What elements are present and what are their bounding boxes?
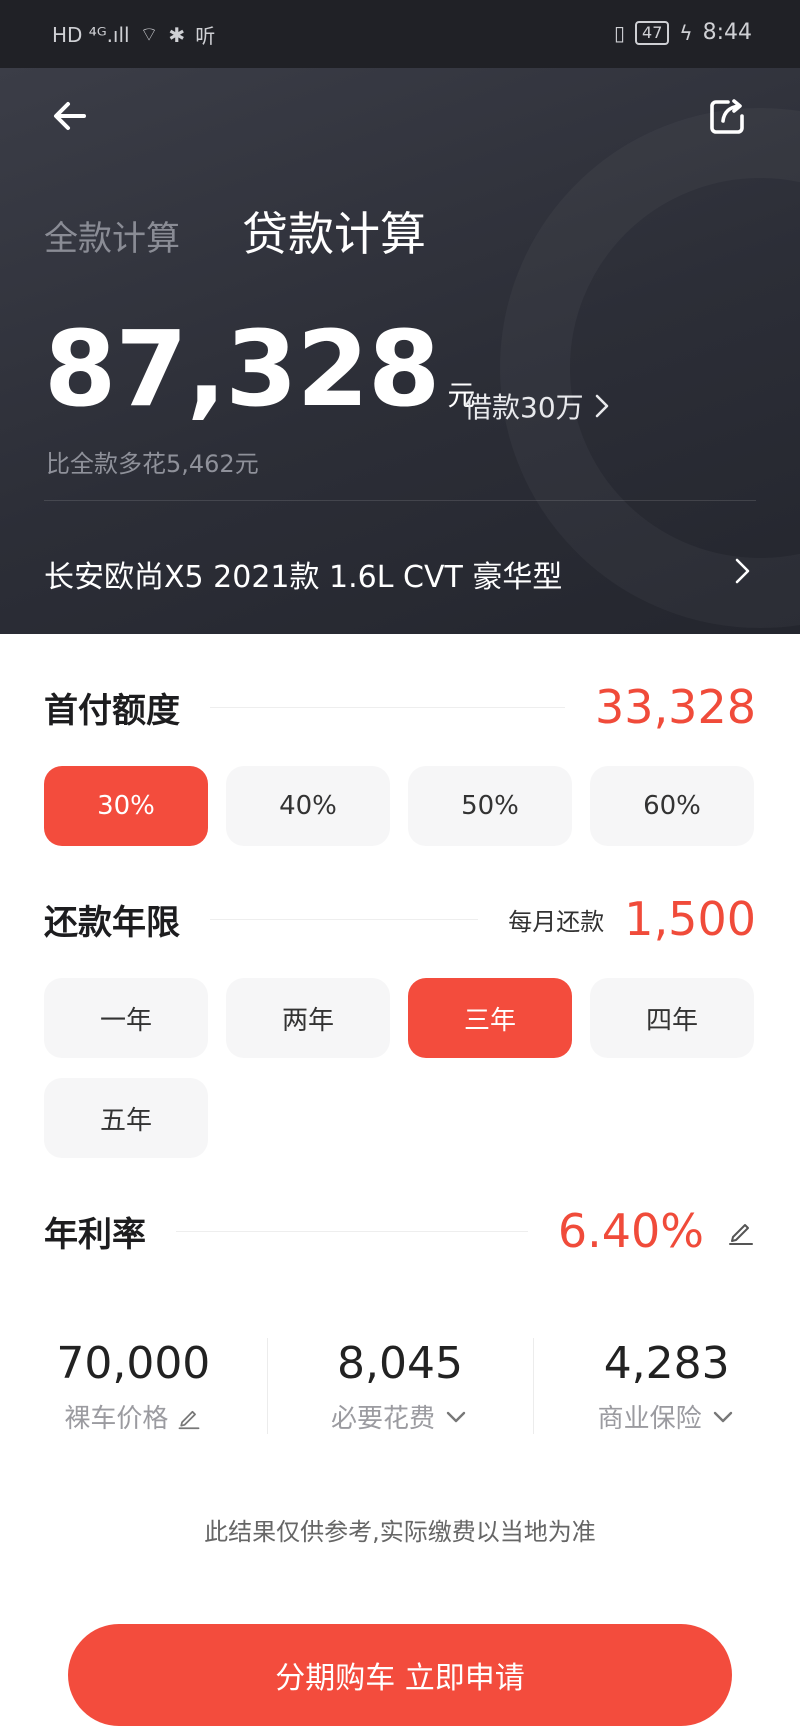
- down-payment-value: 33,328: [595, 680, 756, 734]
- cost-breakdown: 70,000 裸车价格 8,045 必要花费 4,283 商业保险: [0, 1336, 800, 1460]
- chevron-down-icon[interactable]: [443, 1404, 469, 1430]
- share-icon[interactable]: [706, 94, 750, 138]
- down-payment-option-50[interactable]: 50%: [408, 766, 572, 846]
- monthly-payment-label: 每月还款: [508, 907, 605, 936]
- cost-label: 商业保险: [597, 1404, 702, 1434]
- calculator-header: 全款计算 贷款计算 87,328 元 借款30万 比全款多花5,462元 长安欧…: [0, 68, 800, 634]
- status-left-icons: HD ⁴ᴳ.ıll ⌔ ✱ 听: [52, 20, 215, 49]
- clock: 8:44: [702, 20, 752, 45]
- charging-icon: ϟ: [679, 20, 693, 45]
- cost-value: 70,000: [56, 1338, 211, 1389]
- chevron-down-icon[interactable]: [710, 1404, 736, 1430]
- term-option-5-years[interactable]: 五年: [44, 1078, 208, 1158]
- wifi-icon: ⌔: [139, 22, 159, 46]
- term-option-1-year[interactable]: 一年: [44, 978, 208, 1058]
- vibrate-icon: ▯: [614, 20, 626, 45]
- down-payment-options: 30% 40% 50% 60%: [44, 766, 754, 846]
- audio-icon: 听: [195, 24, 216, 48]
- rate-title: 年利率: [44, 1214, 146, 1255]
- cost-label-wrap: 裸车价格: [64, 1398, 202, 1435]
- section-divider: [210, 706, 566, 708]
- section-divider: [176, 1230, 528, 1232]
- total-cost: 87,328 元: [44, 308, 475, 430]
- chevron-right-icon[interactable]: [732, 556, 754, 586]
- cost-value: 4,283: [603, 1338, 730, 1389]
- cost-label-wrap: 必要花费: [331, 1398, 469, 1435]
- term-option-4-years[interactable]: 四年: [590, 978, 754, 1058]
- apply-installment-button[interactable]: 分期购车 立即申请: [68, 1624, 732, 1726]
- down-payment-option-60[interactable]: 60%: [590, 766, 754, 846]
- monthly-payment-value: 1,500: [624, 892, 756, 946]
- down-payment-option-40[interactable]: 40%: [226, 766, 390, 846]
- cost-value: 8,045: [337, 1338, 463, 1389]
- rate-value: 6.40%: [557, 1204, 704, 1258]
- loan-amount-label: 借款30万: [464, 391, 584, 424]
- cost-item-vehicle-price[interactable]: 70,000 裸车价格: [0, 1336, 267, 1460]
- cost-label: 必要花费: [331, 1404, 436, 1434]
- cost-label-wrap: 商业保险: [598, 1398, 736, 1435]
- chevron-right-icon: [595, 394, 608, 418]
- status-bar: HD ⁴ᴳ.ıll ⌔ ✱ 听 ▯ 47 ϟ 8:44: [0, 0, 800, 68]
- term-title: 还款年限: [44, 902, 180, 943]
- term-option-2-years[interactable]: 两年: [226, 978, 390, 1058]
- cost-item-necessary-fees[interactable]: 8,045 必要花费: [266, 1336, 534, 1460]
- status-right-icons: ▯ 47 ϟ 8:44: [614, 20, 752, 45]
- battery-icon: 47: [635, 20, 670, 45]
- pencil-icon[interactable]: [176, 1404, 202, 1430]
- down-payment-title: 首付额度: [44, 690, 180, 731]
- total-amount: 87,328: [44, 308, 440, 430]
- cost-item-commercial-insurance[interactable]: 4,283 商业保险: [533, 1336, 800, 1460]
- term-row: 还款年限 每月还款 1,500: [44, 892, 756, 946]
- signal-icon: HD ⁴ᴳ.ıll: [52, 22, 130, 47]
- extra-cost-text: 比全款多花5,462元: [46, 450, 259, 478]
- section-divider: [210, 918, 479, 920]
- down-payment-option-30[interactable]: 30%: [44, 766, 208, 846]
- cost-label: 裸车价格: [64, 1404, 169, 1434]
- calc-tabs: 全款计算 贷款计算: [44, 198, 426, 264]
- tab-full-payment[interactable]: 全款计算: [44, 211, 180, 260]
- rate-row: 年利率 6.40%: [44, 1204, 756, 1258]
- down-payment-row: 首付额度 33,328: [44, 680, 756, 734]
- term-options: 一年 两年 三年 四年 五年: [44, 978, 754, 1158]
- bluetooth-icon: ✱: [168, 22, 186, 47]
- decorative-arc: [500, 108, 800, 628]
- loan-amount-link[interactable]: 借款30万: [464, 386, 610, 426]
- disclaimer-text: 此结果仅供参考,实际缴费以当地为准: [204, 1518, 596, 1546]
- pencil-icon[interactable]: [726, 1216, 756, 1246]
- car-model[interactable]: 长安欧尚X5 2021款 1.6L CVT 豪华型: [44, 552, 562, 596]
- term-option-3-years[interactable]: 三年: [408, 978, 572, 1058]
- tab-loan[interactable]: 贷款计算: [242, 198, 426, 264]
- header-divider: [44, 500, 756, 501]
- back-arrow-icon[interactable]: [48, 94, 92, 138]
